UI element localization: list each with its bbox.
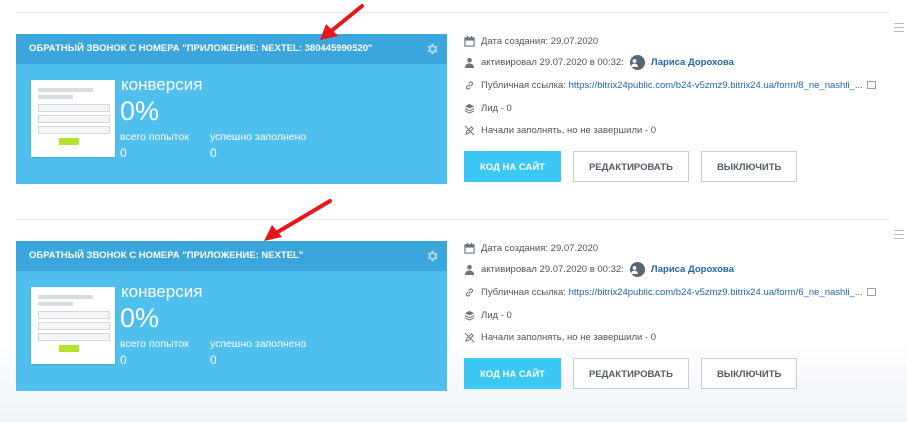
form-card[interactable]: ОБРАТНЫЙ ЗВОНОК С НОМЕРА "ПРИЛОЖЕНИЕ: NE…: [16, 34, 447, 184]
started-count: Начали заполнять, но не завершили - 0: [481, 331, 657, 343]
public-link[interactable]: https://bitrix24public.com/b24-v5zmz9.bi…: [569, 80, 863, 91]
attempts-stat: всего попыток 0: [120, 131, 189, 160]
external-link-icon[interactable]: [866, 288, 876, 296]
filled-stat: успешно заполнено 0: [210, 131, 306, 160]
form-info-panel: Дата создания: 29.07.2020 активировал 29…: [464, 241, 904, 391]
created-label: Дата создания:: [481, 35, 549, 47]
external-link-icon[interactable]: [866, 81, 876, 89]
created-value: 29.07.2020: [550, 35, 599, 47]
form-actions: КОД НА САЙТ РЕДАКТИРОВАТЬ ВЫКЛЮЧИТЬ: [464, 151, 798, 182]
layers-icon: [464, 310, 475, 321]
conversion-label: конверсия: [121, 75, 203, 94]
attempts-stat: всего попыток 0: [120, 338, 189, 367]
form-title: ОБРАТНЫЙ ЗВОНОК С НОМЕРА "ПРИЛОЖЕНИЕ: NE…: [29, 43, 373, 54]
middle-separator: [16, 219, 890, 220]
disable-button[interactable]: ВЫКЛЮЧИТЬ: [700, 151, 798, 182]
form-title-bar[interactable]: ОБРАТНЫЙ ЗВОНОК С НОМЕРА "ПРИЛОЖЕНИЕ: NE…: [16, 241, 447, 271]
preview-line: [38, 95, 73, 99]
conversion-label: конверсия: [121, 282, 203, 301]
preview-line: [38, 88, 93, 92]
preview-line: [38, 302, 73, 306]
edit-button[interactable]: РЕДАКТИРОВАТЬ: [572, 151, 689, 182]
preview-field: [38, 333, 110, 341]
user-link[interactable]: Лариса Дорохова: [624, 261, 734, 277]
avatar: [629, 54, 645, 70]
avatar: [629, 261, 645, 277]
filled-stat: успешно заполнено 0: [210, 338, 306, 367]
activated-label: активировал 29.07.2020 в 00:32:: [481, 263, 624, 275]
pencil-off-icon: [464, 125, 475, 135]
form-item-1: ОБРАТНЫЙ ЗВОНОК С НОМЕРА "ПРИЛОЖЕНИЕ: NE…: [16, 23, 906, 184]
form-preview-thumbnail[interactable]: [31, 287, 115, 364]
top-separator: [16, 12, 890, 13]
leads-count: Лид - 0: [481, 102, 512, 114]
filled-label: успешно заполнено: [210, 338, 307, 350]
layers-icon: [464, 103, 475, 114]
user-name: Лариса Дорохова: [650, 263, 734, 275]
link-icon: [465, 288, 474, 296]
created-value: 29.07.2020: [550, 242, 599, 254]
public-link-row: Публичная ссылка: https://bitrix24public…: [464, 78, 876, 92]
menu-icon[interactable]: [894, 230, 904, 242]
arrow-annotation: [320, 4, 364, 40]
calendar-icon: [464, 35, 475, 47]
preview-field: [38, 104, 110, 112]
user-name: Лариса Дорохова: [650, 56, 734, 68]
conversion-value: 0%: [120, 96, 160, 126]
form-info-panel: Дата создания: 29.07.2020 активировал 29…: [464, 34, 904, 184]
filled-value: 0: [210, 146, 217, 160]
form-title-bar[interactable]: ОБРАТНЫЙ ЗВОНОК С НОМЕРА "ПРИЛОЖЕНИЕ: NE…: [16, 34, 447, 64]
preview-button: [59, 138, 79, 145]
created-label: Дата создания:: [481, 242, 549, 254]
preview-button: [59, 345, 79, 352]
arrow-annotation: [264, 199, 332, 241]
gear-icon[interactable]: [425, 42, 439, 56]
started-count: Начали заполнять, но не завершили - 0: [481, 124, 657, 136]
menu-icon[interactable]: [894, 23, 904, 35]
edit-button[interactable]: РЕДАКТИРОВАТЬ: [572, 358, 689, 389]
attempts-value: 0: [120, 146, 127, 160]
conversion-value: 0%: [120, 303, 160, 333]
user-icon: [464, 264, 475, 275]
user-icon: [464, 57, 475, 68]
public-link-label: Публичная ссылка:: [481, 286, 566, 298]
calendar-icon: [464, 242, 475, 254]
attempts-value: 0: [120, 353, 127, 367]
public-link[interactable]: https://bitrix24public.com/b24-v5zmz9.bi…: [569, 287, 863, 298]
leads-count: Лид - 0: [481, 309, 512, 321]
form-title: ОБРАТНЫЙ ЗВОНОК С НОМЕРА "ПРИЛОЖЕНИЕ: NE…: [29, 250, 304, 261]
attempts-label: всего попыток: [120, 131, 189, 143]
pencil-off-icon: [464, 332, 475, 342]
filled-value: 0: [210, 353, 217, 367]
code-on-site-button[interactable]: КОД НА САЙТ: [464, 358, 561, 389]
gear-icon[interactable]: [425, 249, 439, 263]
form-card[interactable]: ОБРАТНЫЙ ЗВОНОК С НОМЕРА "ПРИЛОЖЕНИЕ: NE…: [16, 241, 447, 391]
link-icon: [465, 81, 474, 89]
preview-line: [38, 295, 93, 299]
code-on-site-button[interactable]: КОД НА САЙТ: [464, 151, 561, 182]
leads-row: Лид - 0: [464, 101, 512, 115]
preview-field: [38, 311, 110, 319]
public-link-label: Публичная ссылка:: [481, 79, 566, 91]
attempts-label: всего попыток: [120, 338, 189, 350]
started-row: Начали заполнять, но не завершили - 0: [464, 330, 656, 344]
activated-row: активировал 29.07.2020 в 00:32: Лариса Д…: [464, 54, 734, 70]
created-row: Дата создания: 29.07.2020: [464, 34, 598, 48]
disable-button[interactable]: ВЫКЛЮЧИТЬ: [700, 358, 798, 389]
preview-field: [38, 115, 110, 123]
leads-row: Лид - 0: [464, 308, 512, 322]
filled-label: успешно заполнено: [210, 131, 307, 143]
created-row: Дата создания: 29.07.2020: [464, 241, 598, 255]
preview-field: [38, 322, 110, 330]
form-actions: КОД НА САЙТ РЕДАКТИРОВАТЬ ВЫКЛЮЧИТЬ: [464, 358, 798, 389]
activated-label: активировал 29.07.2020 в 00:32:: [481, 56, 624, 68]
started-row: Начали заполнять, но не завершили - 0: [464, 123, 656, 137]
form-item-2: ОБРАТНЫЙ ЗВОНОК С НОМЕРА "ПРИЛОЖЕНИЕ: NE…: [16, 230, 906, 391]
preview-field: [38, 126, 110, 134]
activated-row: активировал 29.07.2020 в 00:32: Лариса Д…: [464, 261, 734, 277]
public-link-row: Публичная ссылка: https://bitrix24public…: [464, 285, 876, 299]
user-link[interactable]: Лариса Дорохова: [624, 54, 734, 70]
form-preview-thumbnail[interactable]: [31, 80, 115, 157]
